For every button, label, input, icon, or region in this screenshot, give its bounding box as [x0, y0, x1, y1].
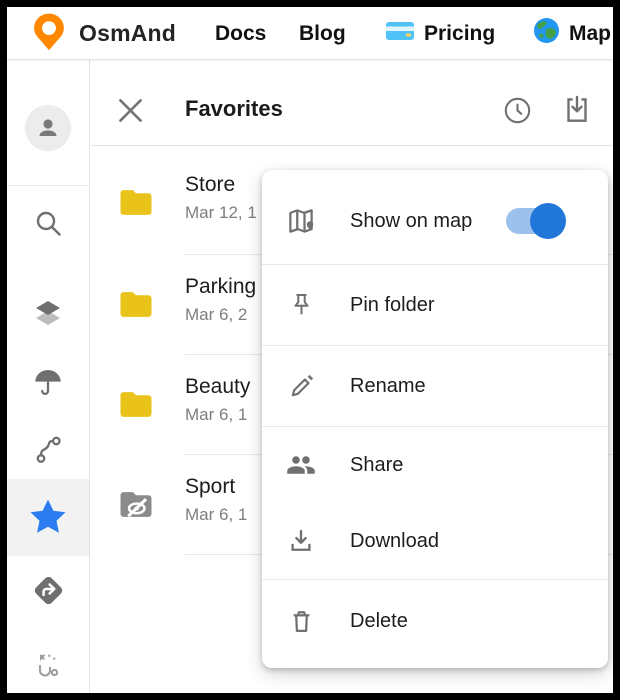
menu-item-show-on-map[interactable]: Show on map: [262, 178, 608, 264]
people-icon: [286, 450, 316, 480]
layers-icon: [33, 299, 63, 333]
sidebar-item-tracks[interactable]: [7, 435, 89, 469]
menu-item-label: Pin folder: [350, 294, 435, 317]
top-navbar: OsmAnd Docs Blog Pricing: [7, 7, 613, 60]
folder-context-menu: Show on map Pin folder: [262, 170, 608, 668]
folder-text: Sport Mar 6, 1: [185, 473, 247, 527]
menu-item-label: Delete: [350, 610, 408, 633]
sidebar-item-plan-route[interactable]: [7, 652, 89, 691]
globe-icon: [533, 17, 560, 50]
plan-route-icon: [33, 652, 63, 691]
close-icon[interactable]: [116, 96, 145, 130]
track-route-icon: [34, 435, 63, 469]
umbrella-icon: [33, 369, 63, 402]
trash-icon: [286, 608, 316, 635]
hidden-folder-icon: [117, 489, 155, 525]
folder-date: Mar 6, 2: [185, 303, 256, 327]
sidebar-divider: [7, 185, 89, 186]
sidebar-item-map-layers[interactable]: [7, 299, 89, 333]
nav-link-map[interactable]: Map: [533, 7, 611, 60]
folder-date: Mar 12, 1: [185, 201, 257, 225]
folder-date: Mar 6, 1: [185, 403, 250, 427]
account-avatar-icon: [25, 105, 71, 151]
menu-item-rename[interactable]: Rename: [262, 346, 608, 426]
folder-name: Store: [185, 171, 257, 198]
screenshot-frame: OsmAnd Docs Blog Pricing: [0, 0, 620, 700]
folder-text: Parking Mar 6, 2: [185, 273, 256, 327]
folder-date: Mar 6, 1: [185, 503, 247, 527]
toggle-thumb: [530, 203, 566, 239]
menu-item-label: Show on map: [350, 210, 472, 233]
menu-item-share[interactable]: Share: [262, 427, 608, 503]
menu-item-pin-folder[interactable]: Pin folder: [262, 265, 608, 345]
directions-icon: [31, 573, 66, 613]
nav-link-blog[interactable]: Blog: [299, 7, 346, 60]
sidebar-item-favorites[interactable]: [7, 498, 89, 540]
osmand-logo-icon[interactable]: [31, 7, 67, 60]
folder-text: Beauty Mar 6, 1: [185, 373, 250, 427]
sidebar-item-navigation[interactable]: [7, 573, 89, 613]
download-icon: [286, 527, 316, 555]
menu-item-label: Download: [350, 530, 439, 553]
folder-name: Parking: [185, 273, 256, 300]
menu-item-label: Share: [350, 454, 403, 477]
search-icon: [33, 208, 64, 244]
sidebar-item-weather[interactable]: [7, 369, 89, 402]
sidebar-item-account[interactable]: [7, 105, 89, 151]
panel-title: Favorites: [185, 96, 283, 122]
nav-link-map-label: Map: [569, 22, 611, 46]
folder-icon: [117, 289, 155, 325]
map-pin-icon: [286, 206, 316, 236]
import-icon[interactable]: [562, 95, 592, 130]
brand-name[interactable]: OsmAnd: [79, 7, 176, 60]
history-clock-icon[interactable]: [503, 96, 532, 130]
folder-icon: [117, 187, 155, 223]
folder-name: Beauty: [185, 373, 250, 400]
sidebar-item-search[interactable]: [7, 208, 89, 244]
app-window: OsmAnd Docs Blog Pricing: [7, 7, 613, 693]
pencil-icon: [286, 373, 316, 400]
pushpin-icon: [286, 292, 316, 319]
panel-header: Favorites: [91, 60, 613, 146]
menu-item-delete[interactable]: Delete: [262, 580, 608, 662]
folder-icon: [117, 389, 155, 425]
folder-text: Store Mar 12, 1: [185, 171, 257, 225]
folder-name: Sport: [185, 473, 247, 500]
nav-link-docs[interactable]: Docs: [215, 7, 266, 60]
star-icon: [29, 498, 67, 540]
menu-item-label: Rename: [350, 375, 426, 398]
credit-card-icon: [385, 20, 415, 48]
nav-link-pricing-label: Pricing: [424, 22, 495, 46]
show-on-map-toggle[interactable]: [506, 208, 564, 234]
menu-item-download[interactable]: Download: [262, 503, 608, 579]
sidebar: [7, 60, 90, 693]
nav-link-pricing[interactable]: Pricing: [385, 7, 495, 60]
